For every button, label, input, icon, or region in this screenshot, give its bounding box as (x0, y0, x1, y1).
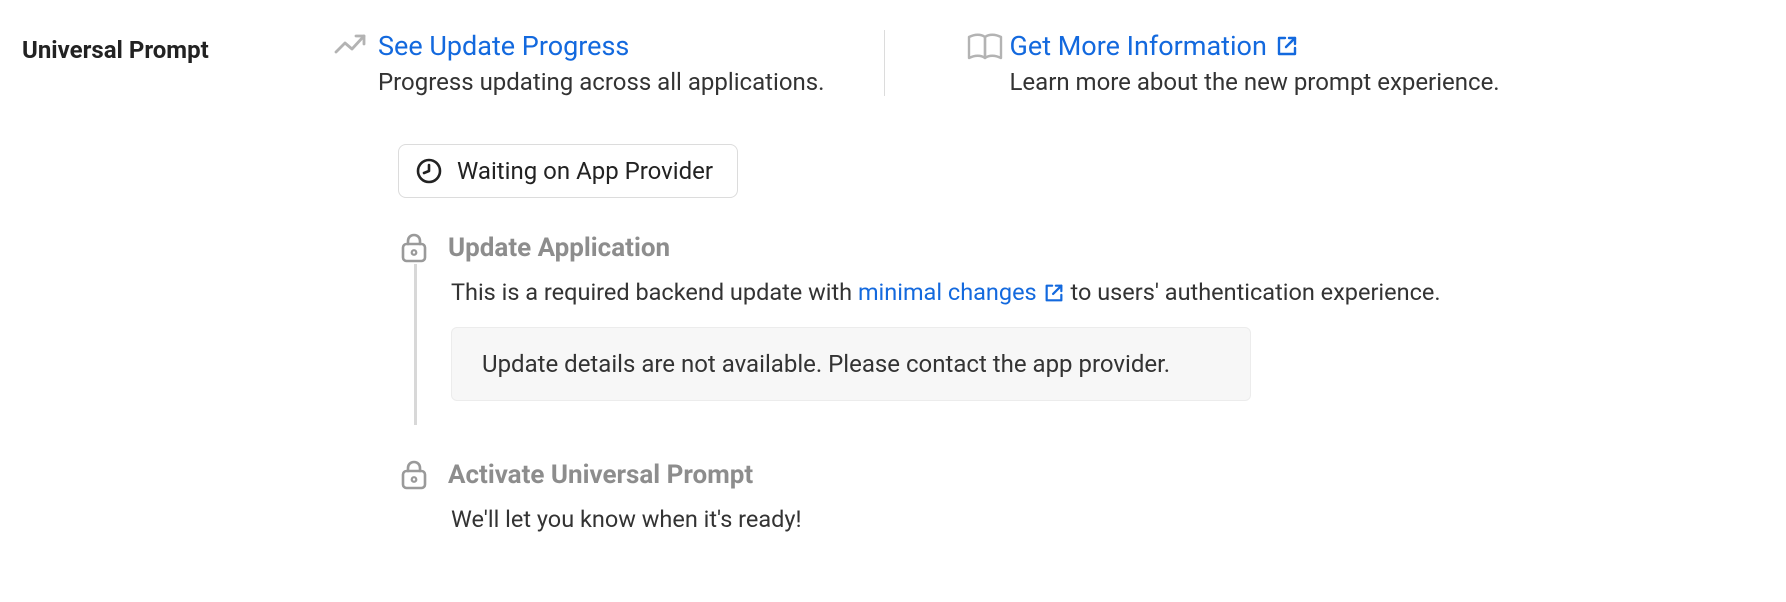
step-activate-desc: We'll let you know when it's ready! (451, 503, 1764, 536)
get-more-info-link-text: Get More Information (1009, 30, 1266, 62)
see-update-progress-block: See Update Progress Progress updating ac… (334, 30, 885, 96)
see-update-progress-desc: Progress updating across all application… (378, 68, 824, 96)
minimal-changes-link[interactable]: minimal changes (858, 276, 1065, 309)
book-icon (965, 30, 1009, 62)
step-update-desc-before: This is a required backend update with (451, 278, 858, 306)
get-more-info-desc: Learn more about the new prompt experien… (1009, 68, 1499, 96)
lock-icon (398, 459, 430, 491)
clock-icon (415, 157, 443, 185)
external-link-icon (1043, 282, 1065, 304)
lock-icon (398, 232, 430, 264)
update-info-box: Update details are not available. Please… (451, 327, 1251, 401)
step-update-application: Update Application This is a required ba… (398, 232, 1764, 425)
minimal-changes-link-text: minimal changes (858, 276, 1037, 309)
step-update-title: Update Application (448, 233, 670, 263)
step-activate-universal-prompt: Activate Universal Prompt We'll let you … (398, 459, 1764, 560)
external-link-icon (1275, 34, 1299, 58)
step-update-desc: This is a required backend update with m… (451, 276, 1764, 309)
trend-up-icon (334, 30, 378, 58)
get-more-info-block: Get More Information Learn more about th… (885, 30, 1499, 96)
section-label: Universal Prompt (22, 30, 334, 64)
status-chip: Waiting on App Provider (398, 144, 738, 198)
status-chip-label: Waiting on App Provider (457, 157, 713, 185)
see-update-progress-link-text: See Update Progress (378, 30, 629, 62)
see-update-progress-link[interactable]: See Update Progress (378, 30, 824, 62)
step-update-desc-after: to users' authentication experience. (1065, 278, 1441, 306)
get-more-info-link[interactable]: Get More Information (1009, 30, 1499, 62)
step-activate-title: Activate Universal Prompt (448, 460, 753, 490)
